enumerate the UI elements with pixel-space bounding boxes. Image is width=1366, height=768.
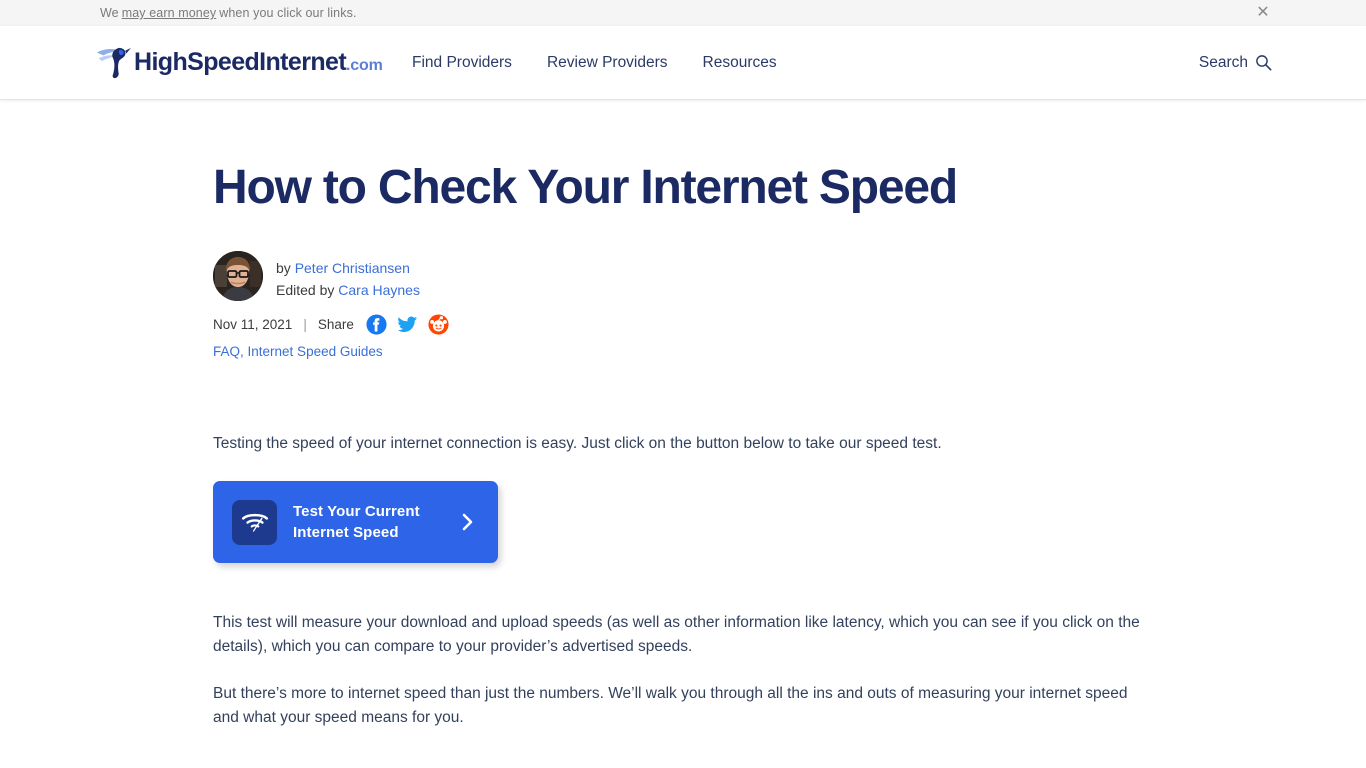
- cta-label-line2: Internet Speed: [293, 524, 399, 542]
- article-categories: FAQ, Internet Speed Guides: [213, 344, 1366, 359]
- cta-label: Test Your Current Internet Speed: [293, 501, 420, 544]
- page-title: How to Check Your Internet Speed: [213, 161, 958, 214]
- cta-label-line1: Test Your Current: [293, 502, 420, 520]
- author-avatar: [213, 250, 263, 301]
- share-label: Share: [317, 317, 354, 333]
- paragraph-measure: This test will measure your download and…: [213, 614, 1140, 656]
- hummingbird-logo-icon: [94, 45, 134, 81]
- site-header: HighSpeedInternet.com Find Providers Rev…: [0, 26, 1366, 100]
- affiliate-disclosure-bar: We may earn money when you click our lin…: [0, 0, 1366, 26]
- article-body: Testing the speed of your internet conne…: [213, 432, 1155, 768]
- facebook-icon[interactable]: [366, 314, 387, 335]
- by-prefix: by: [276, 259, 291, 276]
- search-label: Search: [1198, 53, 1248, 71]
- test-speed-cta-button[interactable]: Test Your Current Internet Speed: [213, 481, 498, 564]
- editor-link[interactable]: Cara Haynes: [338, 282, 420, 298]
- close-icon[interactable]: ✕: [1254, 4, 1272, 22]
- meta-row: Nov 11, 2021 | Share: [213, 314, 1366, 335]
- article-container: How to Check Your Internet Speed by Pete…: [0, 100, 1366, 768]
- reddit-icon[interactable]: [428, 314, 449, 335]
- affiliate-suffix: when you click our links.: [219, 6, 357, 20]
- category-link-internet-speed-guides[interactable]: Internet Speed Guides: [248, 344, 383, 359]
- author-line: by Peter Christiansen: [276, 257, 420, 279]
- logo-wordmark: HighSpeedInternet.com: [134, 48, 383, 76]
- share-icons: [366, 314, 449, 335]
- search-toggle[interactable]: Search: [1199, 54, 1272, 72]
- speedometer-wifi-icon: [232, 499, 277, 545]
- publish-date: Nov 11, 2021: [213, 317, 293, 333]
- nav-item-find-providers[interactable]: Find Providers: [412, 54, 512, 72]
- logo-tld: .com: [346, 57, 383, 74]
- paragraph-more: But there’s more to internet speed than …: [213, 684, 1128, 726]
- chevron-right-icon: [461, 512, 474, 532]
- byline-row: by Peter Christiansen Edited by Cara Hay…: [213, 250, 1366, 301]
- byline-block: by Peter Christiansen Edited by Cara Hay…: [213, 250, 1366, 359]
- edited-by-prefix: Edited by: [276, 281, 335, 298]
- byline-names: by Peter Christiansen Edited by Cara Hay…: [276, 251, 420, 301]
- may-earn-money-link[interactable]: may earn money: [122, 6, 217, 20]
- site-logo[interactable]: HighSpeedInternet.com: [94, 45, 383, 81]
- search-icon[interactable]: [1255, 54, 1272, 71]
- categories-separator: ,: [240, 344, 248, 360]
- category-link-faq[interactable]: FAQ: [213, 344, 240, 359]
- author-link[interactable]: Peter Christiansen: [295, 260, 410, 276]
- editor-line: Edited by Cara Haynes: [276, 279, 420, 301]
- affiliate-prefix: We: [100, 6, 119, 20]
- paragraph-intro: Testing the speed of your internet conne…: [213, 435, 942, 453]
- nav-item-resources[interactable]: Resources: [703, 54, 777, 72]
- main-navigation: Find Providers Review Providers Resource…: [412, 54, 777, 72]
- meta-separator: |: [303, 317, 307, 333]
- twitter-icon[interactable]: [397, 314, 418, 335]
- nav-item-review-providers[interactable]: Review Providers: [547, 54, 668, 72]
